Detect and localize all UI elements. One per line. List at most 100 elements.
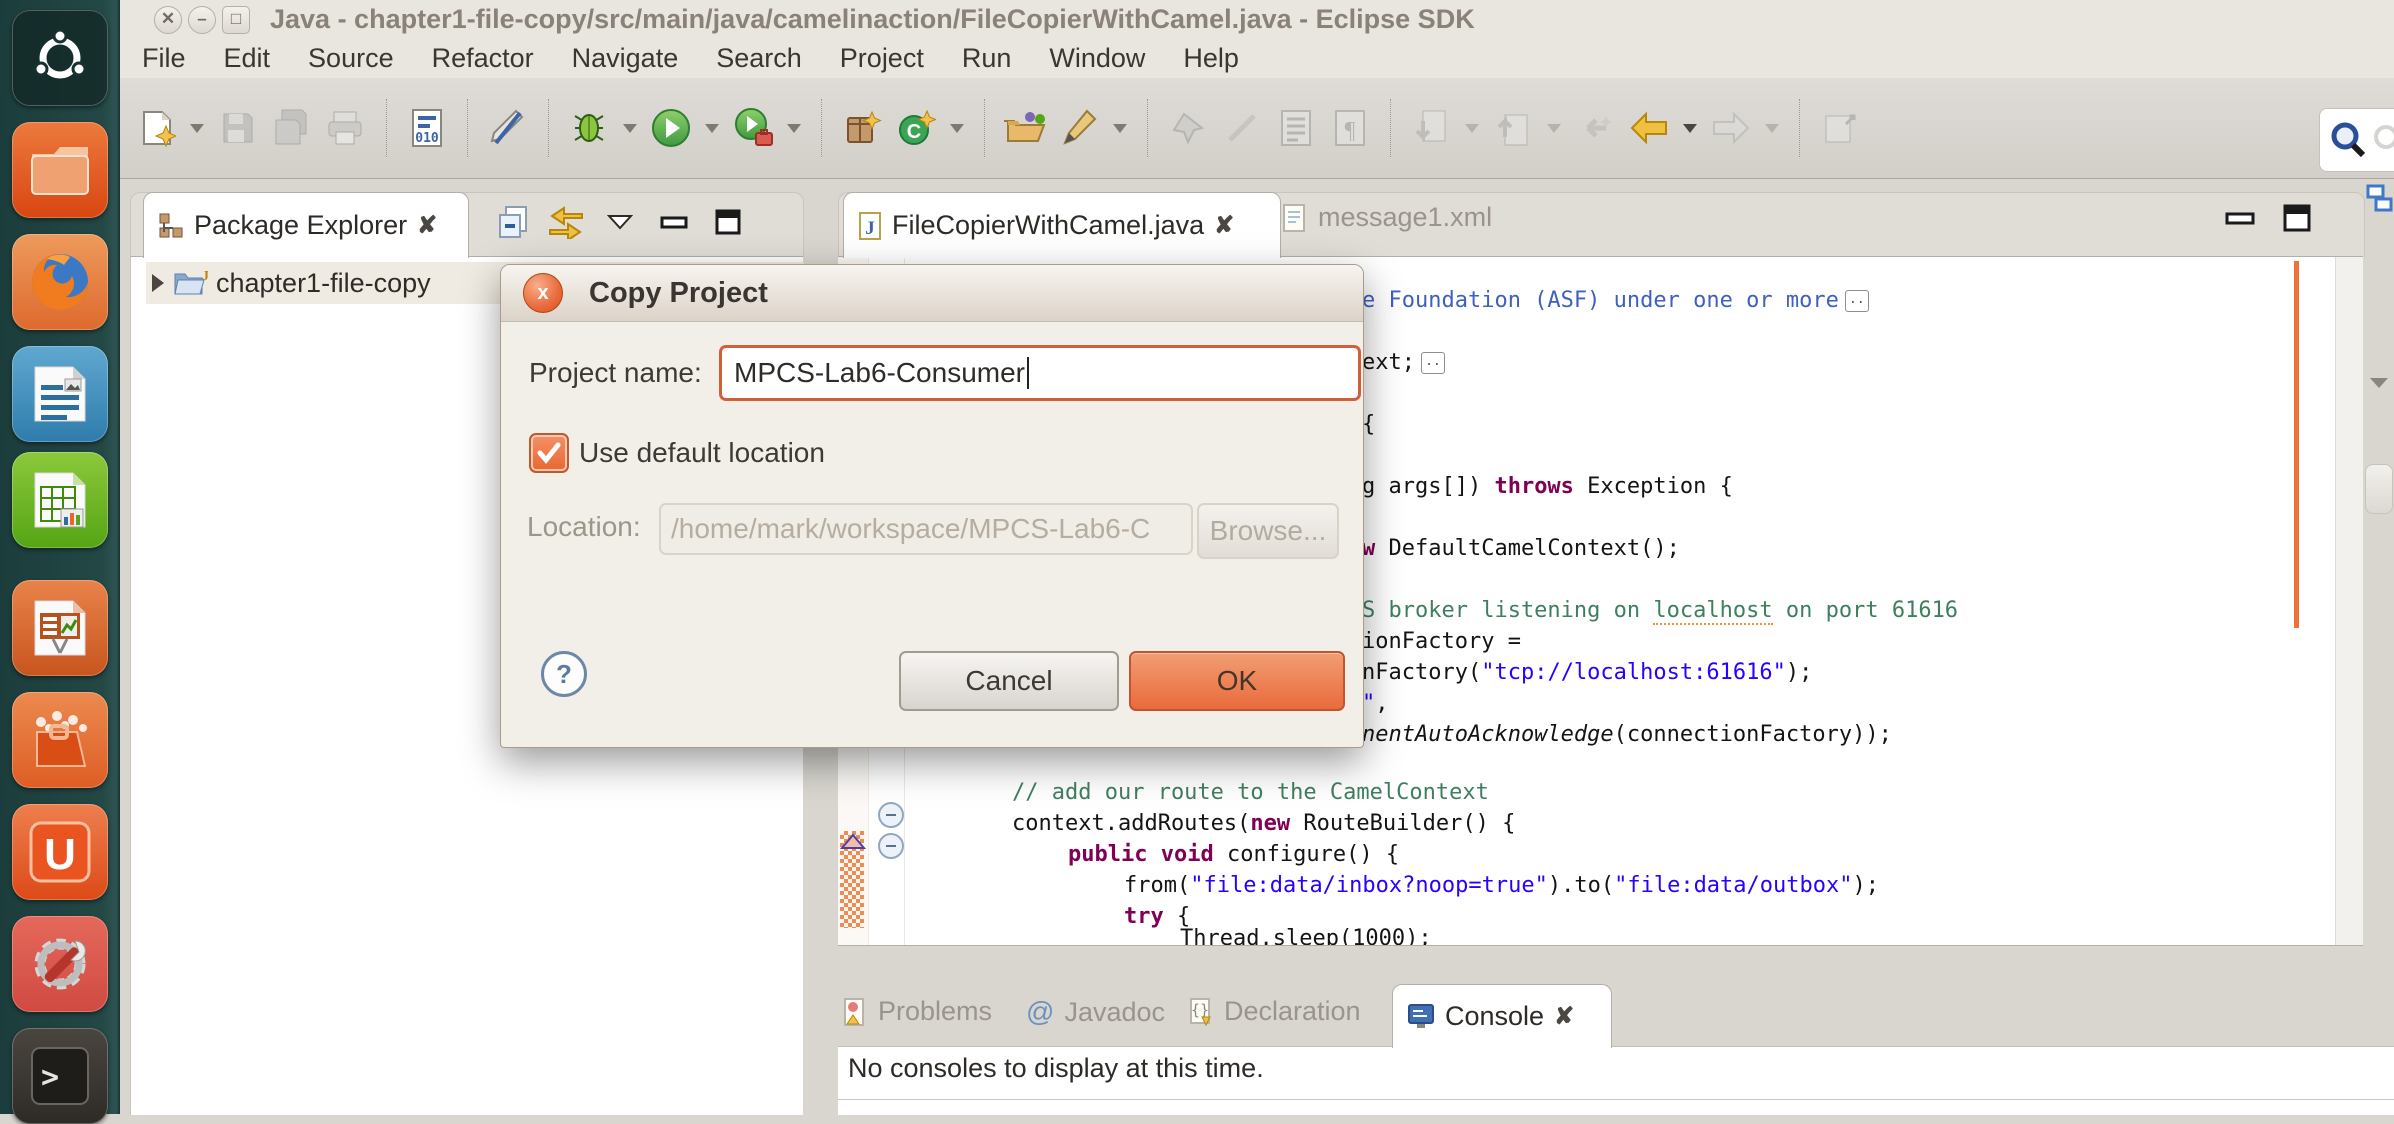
terminal-icon[interactable]: > xyxy=(12,1028,108,1124)
run-external-tools-dropdown[interactable] xyxy=(787,124,801,133)
new-class-icon[interactable]: C xyxy=(894,106,938,150)
binary-content-icon[interactable]: 010 xyxy=(405,106,449,150)
tab-message1-xml[interactable]: message1.xml xyxy=(1282,202,1492,233)
java-project-folder-icon: J xyxy=(172,268,208,298)
firefox-icon[interactable] xyxy=(12,234,108,330)
console-icon xyxy=(1407,1003,1435,1031)
menu-item-window[interactable]: Window xyxy=(1049,43,1145,74)
ubuntu-software-center-icon[interactable] xyxy=(12,692,108,788)
menu-item-edit[interactable]: Edit xyxy=(224,43,271,74)
copy-project-dialog: x Copy Project Project name: MPCS-Lab6-C… xyxy=(500,264,1364,748)
menu-item-run[interactable]: Run xyxy=(962,43,1012,74)
libreoffice-impress-icon[interactable] xyxy=(12,580,108,676)
menu-item-file[interactable]: File xyxy=(142,43,186,74)
use-default-location-checkbox[interactable] xyxy=(529,433,569,473)
ok-button[interactable]: OK xyxy=(1129,651,1345,711)
collapse-all-icon[interactable] xyxy=(492,202,532,242)
toolbar-search-box[interactable] xyxy=(2319,108,2394,172)
maximize-editor-icon[interactable] xyxy=(2283,204,2311,232)
menu-item-project[interactable]: Project xyxy=(840,43,924,74)
dash-home-icon[interactable] xyxy=(12,10,108,106)
tab-package-explorer[interactable]: Package Explorer ✘ xyxy=(143,192,469,258)
menu-item-help[interactable]: Help xyxy=(1183,43,1239,74)
system-settings-icon[interactable] xyxy=(12,916,108,1012)
debug-dropdown[interactable] xyxy=(623,124,637,133)
menu-item-navigate[interactable]: Navigate xyxy=(572,43,679,74)
svg-text:010: 010 xyxy=(415,131,439,146)
new-wizard-icon[interactable] xyxy=(134,106,178,150)
toolbar-separator xyxy=(467,99,468,157)
use-default-location-label[interactable]: Use default location xyxy=(579,437,825,469)
window-close-button[interactable]: ✕ xyxy=(154,6,182,34)
window-minimize-button[interactable]: – xyxy=(188,6,216,34)
problems-icon xyxy=(842,997,868,1027)
java-file-icon: J xyxy=(858,211,882,241)
cancel-button[interactable]: Cancel xyxy=(899,651,1119,711)
code-line: nentAutoAcknowledge(connectionFactory)); xyxy=(1362,722,1892,748)
maximize-view-icon[interactable] xyxy=(708,202,748,242)
debug-icon[interactable] xyxy=(567,106,611,150)
tab-declaration[interactable]: {} Declaration xyxy=(1188,996,1361,1027)
window-title: Java - chapter1-file-copy/src/main/java/… xyxy=(270,4,1475,35)
code-line: ", xyxy=(1362,691,1389,717)
forward-icon xyxy=(1709,106,1753,150)
console-content: No consoles to display at this time. xyxy=(838,1046,2394,1115)
trim-handle[interactable] xyxy=(2365,464,2393,514)
minimize-editor-icon[interactable] xyxy=(2225,210,2255,226)
console-message: No consoles to display at this time. xyxy=(838,1047,2394,1084)
toolbar-separator xyxy=(386,99,387,157)
console-tab-close-icon[interactable]: ✘ xyxy=(1554,1002,1574,1031)
mark-occurrences-icon[interactable] xyxy=(486,106,530,150)
show-source-icon xyxy=(1274,106,1318,150)
expand-arrow-icon[interactable] xyxy=(152,274,164,292)
run-dropdown[interactable] xyxy=(705,124,719,133)
svg-text:J: J xyxy=(202,269,208,284)
menu-item-search[interactable]: Search xyxy=(716,43,802,74)
tree-item-label: chapter1-file-copy xyxy=(216,268,431,299)
ubuntu-one-icon[interactable]: U xyxy=(12,804,108,900)
new-class-dropdown[interactable] xyxy=(950,124,964,133)
search-icon-secondary xyxy=(2372,122,2394,158)
dialog-close-button[interactable]: x xyxy=(523,273,563,313)
code-line: ext;.. xyxy=(1362,350,1445,376)
files-icon[interactable] xyxy=(12,122,108,218)
package-explorer-close-icon[interactable]: ✘ xyxy=(417,211,437,240)
libreoffice-writer-icon[interactable] xyxy=(12,346,108,442)
editor-tab-label: message1.xml xyxy=(1318,202,1492,233)
new-wizard-dropdown[interactable] xyxy=(190,124,204,133)
tab-filecopierwithcamel[interactable]: J FileCopierWithCamel.java ✘ xyxy=(843,192,1281,258)
menu-item-source[interactable]: Source xyxy=(308,43,394,74)
code-line: ionFactory = xyxy=(1362,629,1521,655)
window-maximize-button[interactable]: □ xyxy=(222,6,250,34)
tab-javadoc[interactable]: @ Javadoc xyxy=(1026,996,1165,1028)
restore-views-icon[interactable] xyxy=(2366,184,2394,214)
previous-annotation-icon xyxy=(1491,106,1535,150)
trim-dropdown-icon[interactable] xyxy=(2369,376,2389,390)
dialog-titlebar: x Copy Project xyxy=(501,265,1363,322)
editor-tab-label: FileCopierWithCamel.java xyxy=(892,210,1204,241)
menu-item-refactor[interactable]: Refactor xyxy=(432,43,534,74)
editor-minmax-controls xyxy=(2225,204,2311,232)
libreoffice-calc-icon[interactable] xyxy=(12,452,108,548)
open-resource-icon[interactable] xyxy=(1003,106,1047,150)
record-icon[interactable] xyxy=(1057,106,1101,150)
project-name-input[interactable]: MPCS-Lab6-Consumer xyxy=(719,345,1361,401)
help-button[interactable]: ? xyxy=(541,651,587,697)
browse-button: Browse... xyxy=(1197,503,1339,559)
record-dropdown[interactable] xyxy=(1113,124,1127,133)
back-dropdown[interactable] xyxy=(1683,124,1697,133)
run-external-tools-icon[interactable] xyxy=(731,106,775,150)
print-icon xyxy=(324,106,368,150)
minimize-view-icon[interactable] xyxy=(654,202,694,242)
tab-problems[interactable]: Problems xyxy=(842,996,992,1027)
link-with-editor-icon[interactable] xyxy=(546,202,586,242)
tab-console[interactable]: Console ✘ xyxy=(1392,984,1612,1048)
view-menu-icon[interactable] xyxy=(600,202,640,242)
editor-tab-close-icon[interactable]: ✘ xyxy=(1214,211,1234,240)
run-icon[interactable] xyxy=(649,106,693,150)
code-line: S broker listening on localhost on port … xyxy=(1362,598,1958,624)
back-icon[interactable] xyxy=(1627,106,1671,150)
format-paragraph-icon: ¶ xyxy=(1328,106,1372,150)
editor-scrollbar[interactable] xyxy=(2335,257,2363,945)
new-java-project-icon[interactable] xyxy=(840,106,884,150)
